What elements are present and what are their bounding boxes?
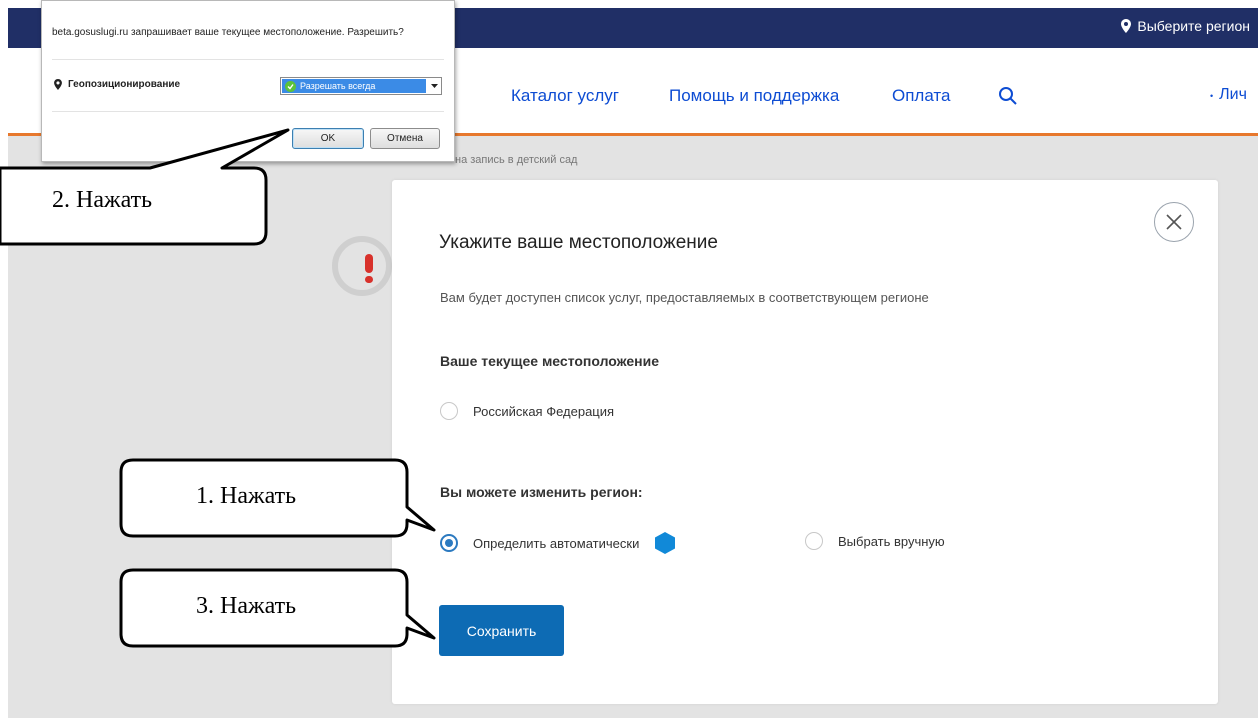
radio-label-russian-federation: Российская Федерация [473,403,615,419]
current-location-label: Ваше текущее местоположение [440,353,660,369]
nav-catalog[interactable]: Каталог услуг [511,86,619,106]
location-pin-icon [1121,19,1132,33]
region-selector-link[interactable]: Выберите регион [1121,18,1250,34]
location-modal: Укажите ваше местоположение Вам будет до… [392,180,1218,704]
close-button[interactable] [1154,202,1194,242]
close-icon [1166,214,1182,230]
region-link-label: Выберите регион [1137,18,1250,34]
nav-account-label: Лич [1219,86,1247,103]
search-icon[interactable] [998,86,1018,106]
nav-account-partial[interactable]: • Лич [1210,86,1247,104]
geo-ok-button[interactable]: OK [292,128,364,149]
exclamation-icon [365,254,373,283]
location-pin-icon [54,79,62,90]
modal-title: Укажите ваше местоположение [439,232,718,253]
geolocation-permission-dialog: beta.gosuslugi.ru запрашивает ваше текущ… [41,0,455,162]
alert-circle [332,236,392,296]
save-button[interactable]: Сохранить [439,605,564,656]
geo-select-value: Разрешать всегда [282,79,426,93]
breadcrumb: на запись в детский сад [455,154,578,166]
radio-circle-checked[interactable] [440,534,458,552]
hexagon-icon [655,532,676,554]
radio-label-manual: Выбрать вручную [838,533,945,549]
geo-permission-label: Геопозиционирование [54,79,180,90]
geo-select-text: Разрешать всегда [300,81,376,91]
change-region-label: Вы можете изменить регион: [440,484,643,500]
callout-3-text: 3. Нажать [196,593,297,619]
geo-permission-text: Геопозиционирование [68,79,181,90]
radio-label-auto-detect: Определить автоматически [473,535,640,551]
geo-question-text: beta.gosuslugi.ru запрашивает ваше текущ… [52,27,404,38]
radio-auto-detect[interactable]: Определить автоматически [440,532,676,554]
radio-circle[interactable] [805,532,823,550]
modal-subtitle: Вам будет доступен список услуг, предост… [440,290,929,305]
nav-payment[interactable]: Оплата [892,86,950,106]
callout-2-text: 2. Нажать [52,187,153,213]
check-icon [285,80,296,92]
radio-manual[interactable]: Выбрать вручную [805,532,945,550]
radio-circle[interactable] [440,402,458,420]
geo-cancel-button[interactable]: Отмена [370,128,440,149]
geo-permission-select[interactable]: Разрешать всегда [280,77,442,95]
geo-divider [52,111,444,112]
radio-russian-federation[interactable]: Российская Федерация [440,402,614,420]
dropdown-arrow-icon[interactable] [427,78,441,94]
callout-1-text: 1. Нажать [196,483,297,509]
geo-divider [52,59,444,60]
nav-help[interactable]: Помощь и поддержка [669,86,839,106]
